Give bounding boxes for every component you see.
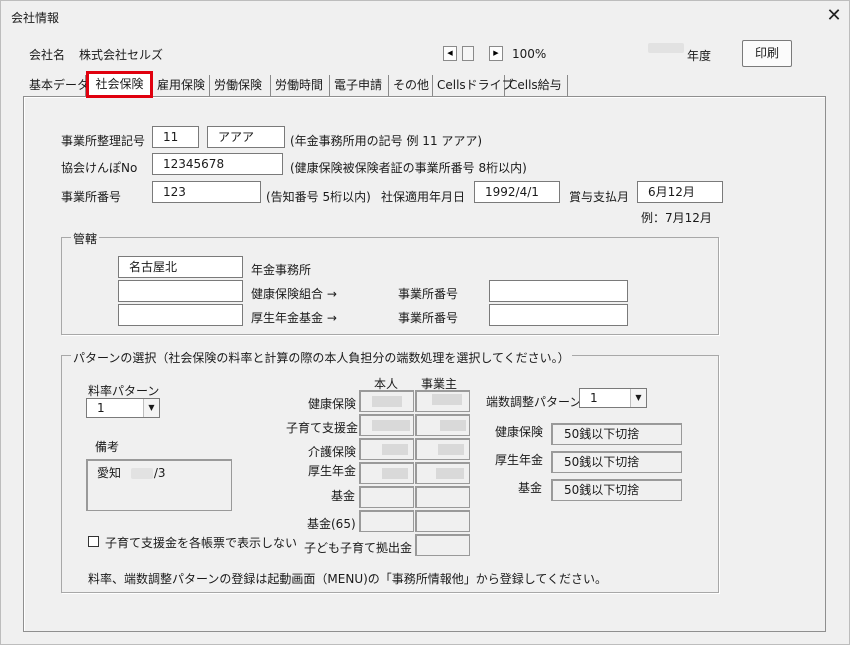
- rate-pattern-label: 料率パターン: [88, 384, 160, 398]
- close-icon[interactable]: ✕: [819, 3, 849, 29]
- row-label-nursing: 介護保険: [308, 445, 357, 459]
- rounding-pattern-label: 端数調整パターン: [486, 395, 582, 409]
- welfare-fund-office-no-field[interactable]: [489, 304, 628, 326]
- kyokai-no-field[interactable]: 12345678: [152, 153, 283, 175]
- company-info-window: 会社情報 ✕ 会社名 株式会社セルズ ◀ ▶ 100% 年度 印刷 基本データ …: [0, 0, 850, 645]
- window-title: 会社情報: [11, 11, 60, 25]
- pension-employer-rate: [415, 462, 470, 484]
- office-code-label: 事業所整理記号: [61, 134, 146, 148]
- biko-label: 備考: [95, 440, 120, 454]
- tab-working-hours[interactable]: 労働時間: [271, 75, 330, 96]
- zoom-increase-button[interactable]: ▶: [489, 46, 503, 61]
- rounding-pension-label: 厚生年金: [495, 453, 544, 467]
- tab-cells-payroll[interactable]: Cells給与: [505, 75, 568, 96]
- office-code-kana-field[interactable]: アアア: [207, 126, 285, 148]
- nursing-self-rate: [359, 438, 414, 460]
- pattern-legend: パターンの選択（社会保険の料率と計算の際の本人負担分の端数処理を選択してください…: [71, 349, 572, 366]
- office-number-label: 事業所番号: [61, 190, 122, 204]
- row-label-child-support: 子育て支援金: [286, 421, 359, 435]
- biko-redacted: [130, 468, 153, 479]
- fund65-employer-rate[interactable]: [415, 510, 470, 532]
- company-name-value: 株式会社セルズ: [79, 48, 164, 62]
- bonus-month-label: 賞与支払月: [569, 190, 630, 204]
- rounding-fund-value[interactable]: 50銭以下切捨: [551, 479, 682, 501]
- office-number-hint: (告知番号 5桁以内): [266, 190, 371, 204]
- year-label: 年度: [687, 49, 712, 63]
- kyokai-no-hint: (健康保険被保険者証の事業所番号 8桁以内): [290, 161, 527, 175]
- kankatsu-legend: 管轄: [71, 230, 100, 247]
- bonus-month-example: 例：7月12月: [641, 211, 712, 225]
- tab-cells-drive[interactable]: Cellsドライブ: [433, 75, 514, 96]
- rounding-pension-value[interactable]: 50銭以下切捨: [551, 451, 682, 473]
- pension-office-label: 年金事務所: [251, 263, 312, 277]
- rounding-health-value[interactable]: 50銭以下切捨: [551, 423, 682, 445]
- bonus-month-field[interactable]: 6月12月: [637, 181, 723, 203]
- office-code-hint: (年金事務所用の記号 例 11 アアア): [290, 134, 483, 148]
- nursing-employer-rate: [415, 438, 470, 460]
- pension-office-field[interactable]: 名古屋北: [118, 256, 243, 278]
- year-value-redacted: [648, 43, 684, 53]
- row-label-pension: 厚生年金: [308, 464, 357, 478]
- health-employer-rate: [415, 390, 470, 412]
- hide-child-support-checkbox[interactable]: [88, 536, 99, 547]
- company-name-label: 会社名: [29, 48, 66, 62]
- zoom-level: 100%: [512, 47, 547, 61]
- tab-basic-data[interactable]: 基本データ: [25, 75, 89, 96]
- row-label-child-contribution: 子ども子育て拠出金: [304, 541, 413, 555]
- child-support-self-rate: [359, 414, 414, 436]
- child-contribution-employer-rate[interactable]: [415, 534, 470, 556]
- chevron-down-icon[interactable]: ▼: [630, 389, 646, 407]
- zoom-slider-thumb[interactable]: [462, 46, 474, 61]
- pension-self-rate: [359, 462, 414, 484]
- health-union-field[interactable]: [118, 280, 243, 302]
- child-support-employer-rate: [415, 414, 470, 436]
- row-label-health: 健康保険: [308, 397, 357, 411]
- office-code-number-field[interactable]: 11: [152, 126, 199, 148]
- rounding-pattern-value: 1: [590, 391, 598, 405]
- row-label-fund: 基金: [331, 489, 356, 503]
- tab-social-insurance[interactable]: 社会保険: [86, 71, 153, 98]
- tab-other[interactable]: その他: [389, 75, 433, 96]
- footer-note: 料率、端数調整パターンの登録は起動画面（MENU)の「事務所情報他」から登録して…: [88, 572, 608, 586]
- biko-prefix: 愛知: [97, 466, 122, 480]
- rounding-pattern-select[interactable]: 1 ▼: [579, 388, 647, 408]
- welfare-fund-field[interactable]: [118, 304, 243, 326]
- health-union-label: 健康保険組合 →: [251, 287, 337, 301]
- office-number-field[interactable]: 123: [152, 181, 261, 203]
- fund-employer-rate[interactable]: [415, 486, 470, 508]
- apply-date-label: 社保適用年月日: [381, 190, 466, 204]
- row-label-fund-65: 基金(65): [307, 517, 356, 531]
- rounding-fund-label: 基金: [518, 481, 543, 495]
- health-union-office-no-field[interactable]: [489, 280, 628, 302]
- print-button[interactable]: 印刷: [742, 40, 792, 67]
- welfare-fund-office-no-label: 事業所番号: [398, 311, 459, 325]
- rate-pattern-select[interactable]: 1 ▼: [86, 398, 160, 418]
- tab-labor-insurance[interactable]: 労働保険: [210, 75, 271, 96]
- biko-suffix: /3: [153, 466, 166, 480]
- welfare-fund-label: 厚生年金基金 →: [251, 311, 337, 325]
- fund-self-rate[interactable]: [359, 486, 414, 508]
- fund65-self-rate[interactable]: [359, 510, 414, 532]
- title-bar: [1, 1, 850, 33]
- tab-e-application[interactable]: 電子申請: [330, 75, 389, 96]
- rounding-health-label: 健康保険: [495, 425, 544, 439]
- health-self-rate: [359, 390, 414, 412]
- health-union-office-no-label: 事業所番号: [398, 287, 459, 301]
- chevron-down-icon[interactable]: ▼: [143, 399, 159, 417]
- zoom-decrease-button[interactable]: ◀: [443, 46, 457, 61]
- rate-pattern-value: 1: [97, 401, 105, 415]
- kyokai-no-label: 協会けんぽNo: [61, 161, 138, 175]
- biko-memo[interactable]: 愛知 /3: [86, 459, 232, 511]
- apply-date-field[interactable]: 1992/4/1: [474, 181, 560, 203]
- tab-employment-insurance[interactable]: 雇用保険: [153, 75, 210, 96]
- hide-child-support-label: 子育て支援金を各帳票で表示しない: [105, 536, 298, 550]
